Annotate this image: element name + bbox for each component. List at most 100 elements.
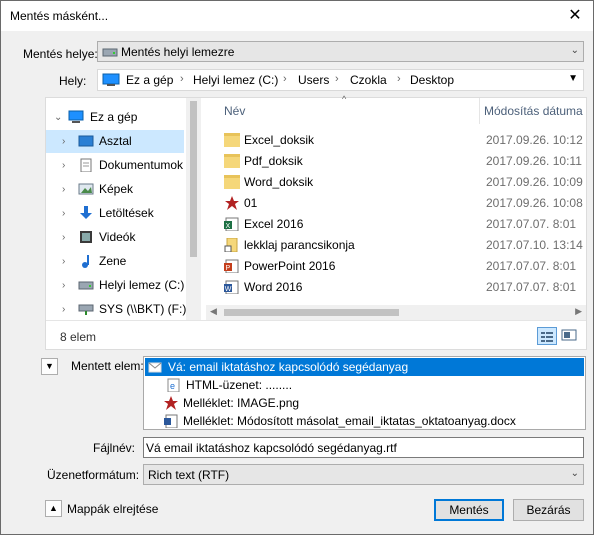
chevron-right-icon[interactable]: › <box>62 130 65 153</box>
chevron-right-icon[interactable]: › <box>62 178 65 201</box>
file-row[interactable]: P PowerPoint 2016 2017.07.07. 8:01 <box>220 256 586 277</box>
scroll-right-icon[interactable]: ▶ <box>575 306 582 317</box>
save-location-select[interactable]: Mentés helyi lemezre ⌄ <box>97 41 584 62</box>
file-row[interactable]: W Word 2016 2017.07.07. 8:01 <box>220 277 586 298</box>
documents-icon <box>80 158 92 172</box>
pictures-icon <box>78 183 94 195</box>
chevron-right-icon[interactable]: › <box>62 274 65 297</box>
large-icons-view-icon <box>561 329 577 341</box>
drive-icon <box>78 281 94 290</box>
navigation-tree: ⌄ Ez a gép › Asztal › Dokumentumok › Kép… <box>46 98 201 320</box>
file-row[interactable]: Word_doksik 2017.09.26. 10:09 <box>220 172 586 193</box>
file-date: 2017.09.26. 10:09 <box>486 175 583 189</box>
tree-item-label: Ez a gép <box>90 110 138 124</box>
file-name: Word_doksik <box>244 175 314 189</box>
shortcut-icon <box>224 238 238 252</box>
folder-icon <box>224 133 240 147</box>
html-icon: e <box>167 378 180 392</box>
file-date: 2017.07.07. 8:01 <box>486 217 577 231</box>
chevron-down-icon: ⌄ <box>570 45 579 56</box>
save-button[interactable]: Mentés <box>434 499 504 521</box>
file-row[interactable]: Pdf_doksik 2017.09.26. 10:11 <box>220 151 586 172</box>
chevron-right-icon: › <box>283 73 287 85</box>
image-file-icon <box>164 396 178 410</box>
breadcrumb-item[interactable]: Ez a gép <box>126 73 173 87</box>
list-item-label: Vá: email iktatáshoz kapcsolódó segédany… <box>168 360 409 374</box>
tree-item-this-pc[interactable]: ⌄ Ez a gép <box>46 106 184 129</box>
file-date: 2017.09.26. 10:11 <box>486 154 582 168</box>
tree-item-downloads[interactable]: › Letöltések <box>46 202 184 225</box>
scrollbar-thumb[interactable] <box>190 101 197 257</box>
breadcrumb-item[interactable]: Desktop <box>410 73 454 87</box>
hide-folders-toggle[interactable]: ▲ <box>45 500 62 517</box>
tree-item-label: Videók <box>99 230 136 244</box>
preview-view-button[interactable] <box>560 327 580 345</box>
breadcrumb-item[interactable]: Users <box>298 73 329 87</box>
network-drive-icon <box>78 304 94 315</box>
computer-icon <box>102 73 120 86</box>
chevron-right-icon[interactable]: › <box>62 250 65 273</box>
tree-item-videos[interactable]: › Videók <box>46 226 184 249</box>
scrollbar-thumb[interactable] <box>224 309 399 316</box>
svg-text:P: P <box>226 265 231 272</box>
filename-field[interactable] <box>143 437 584 458</box>
file-row[interactable]: Excel_doksik 2017.09.26. 10:12 <box>220 130 586 151</box>
desktop-icon <box>78 135 94 147</box>
title-bar: Mentés másként... ✕ <box>1 1 593 31</box>
file-browser: ⌄ Ez a gép › Asztal › Dokumentumok › Kép… <box>45 94 587 350</box>
file-name: Excel_doksik <box>244 133 315 147</box>
column-header-modified[interactable]: Módosítás dátuma <box>484 98 586 124</box>
tree-item-label: Dokumentumok <box>99 158 184 172</box>
chevron-down-icon: ▼ <box>45 361 54 371</box>
file-row[interactable]: X Excel 2016 2017.07.07. 8:01 <box>220 214 586 235</box>
powerpoint-icon: P <box>224 259 239 273</box>
svg-text:W: W <box>225 286 232 293</box>
filename-input[interactable] <box>146 439 576 456</box>
chevron-right-icon: › <box>335 73 339 85</box>
cancel-button[interactable]: Bezárás <box>513 499 584 521</box>
format-select[interactable]: Rich text (RTF) ⌄ <box>143 464 584 485</box>
list-item[interactable]: Vá: email iktatáshoz kapcsolódó segédany… <box>145 358 584 376</box>
breadcrumb[interactable]: Ez a gép › Helyi lemez (C:) › Users › Cz… <box>97 69 584 91</box>
close-icon[interactable]: ✕ <box>563 5 587 27</box>
saved-item-label: Mentett elem: <box>71 359 144 373</box>
save-as-dialog: Mentés másként... ✕ Mentés helye: Mentés… <box>0 0 594 535</box>
file-row[interactable]: 01 2017.09.26. 10:08 <box>220 193 586 214</box>
chevron-right-icon: › <box>180 73 184 85</box>
breadcrumb-item[interactable]: Helyi lemez (C:) <box>193 73 278 87</box>
column-header-name[interactable]: Név <box>224 98 245 124</box>
tree-item-label: Letöltések <box>99 206 154 220</box>
dialog-title: Mentés másként... <box>10 9 109 23</box>
details-view-button[interactable] <box>537 327 557 345</box>
chevron-right-icon[interactable]: › <box>62 154 65 177</box>
tree-item-pictures[interactable]: › Képek <box>46 178 184 201</box>
breadcrumb-item[interactable]: Czokla <box>350 73 387 87</box>
chevron-down-icon[interactable]: ▼ <box>568 73 578 84</box>
chevron-up-icon: ▲ <box>49 503 58 513</box>
expand-button[interactable]: ▼ <box>41 358 58 375</box>
tree-item-music[interactable]: › Zene <box>46 250 184 273</box>
tree-scrollbar[interactable] <box>186 98 201 320</box>
hide-folders-label[interactable]: Mappák elrejtése <box>67 502 158 516</box>
music-icon <box>82 255 89 268</box>
chevron-right-icon[interactable]: › <box>62 202 65 225</box>
tree-item-desktop[interactable]: › Asztal <box>46 130 184 153</box>
tree-item-local-disk[interactable]: › Helyi lemez (C:) <box>46 274 184 297</box>
word-icon: W <box>224 280 239 294</box>
file-name: Excel 2016 <box>244 217 304 231</box>
saved-item-list[interactable]: Vá: email iktatáshoz kapcsolódó segédany… <box>143 356 586 430</box>
chevron-right-icon[interactable]: › <box>62 226 65 249</box>
format-value: Rich text (RTF) <box>148 468 230 482</box>
excel-icon: X <box>224 217 239 231</box>
tree-item-documents[interactable]: › Dokumentumok <box>46 154 184 177</box>
folder-icon <box>224 175 240 189</box>
chevron-down-icon: ⌄ <box>570 468 579 479</box>
file-row[interactable]: lekklaj parancsikonja 2017.07.10. 13:14 <box>220 235 586 256</box>
chevron-down-icon[interactable]: ⌄ <box>54 106 62 129</box>
tree-item-network-drive[interactable]: › SYS (\\BKT) (F:) <box>46 298 186 321</box>
scroll-left-icon[interactable]: ◀ <box>210 306 217 317</box>
file-name: PowerPoint 2016 <box>244 259 336 273</box>
file-list-hscrollbar[interactable]: ◀ ▶ <box>206 305 586 320</box>
chevron-right-icon[interactable]: › <box>62 298 65 321</box>
file-date: 2017.07.10. 13:14 <box>486 238 583 252</box>
